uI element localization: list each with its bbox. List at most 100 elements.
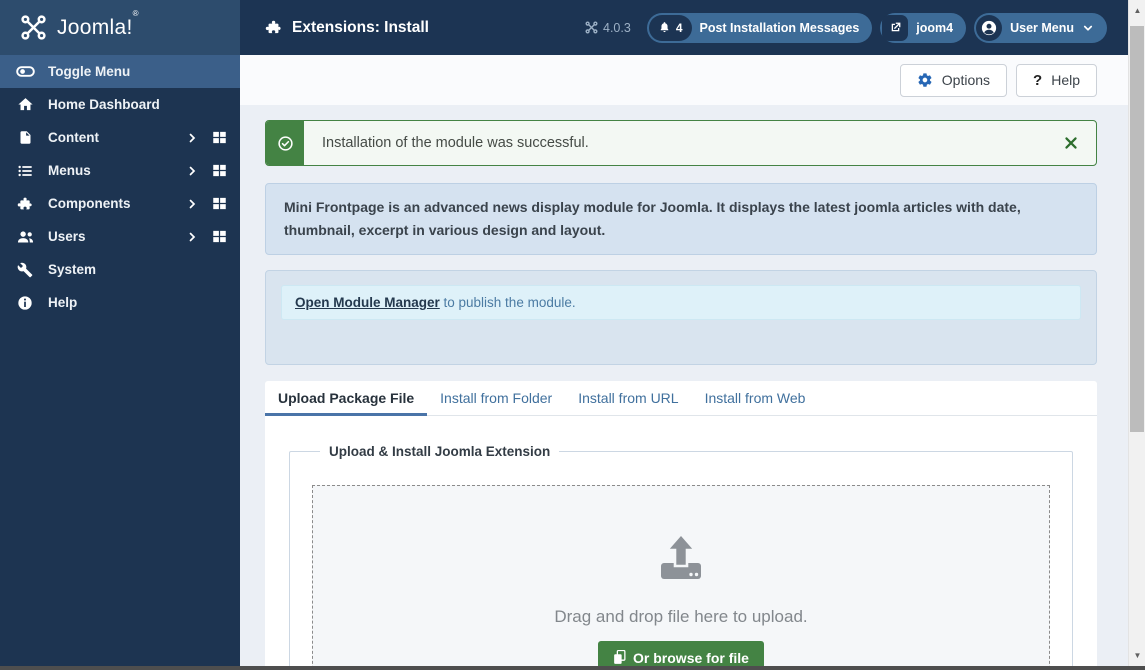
success-alert-stripe — [266, 121, 304, 165]
sidebar-item-label: Users — [48, 229, 86, 244]
dropzone-instruction: Drag and drop file here to upload. — [554, 607, 808, 627]
install-tabs: Upload Package File Install from Folder … — [265, 381, 1097, 417]
chevron-right-icon[interactable] — [186, 198, 198, 210]
module-description-text: Mini Frontpage is an advanced news displ… — [284, 199, 1021, 239]
vertical-scrollbar[interactable]: ▲ ▼ — [1128, 0, 1145, 666]
site-preview-button[interactable]: joom4 — [880, 12, 967, 43]
gear-icon — [917, 72, 933, 88]
scroll-up-arrow-icon[interactable]: ▲ — [1129, 2, 1145, 19]
external-link-icon — [889, 21, 902, 34]
messages-count: 4 — [675, 20, 683, 35]
options-label: Options — [941, 72, 991, 88]
sidebar-item-label: Toggle Menu — [48, 64, 131, 79]
copy-file-icon — [613, 650, 626, 665]
site-label: joom4 — [916, 20, 954, 35]
sidebar-item-label: Content — [48, 130, 99, 145]
page-toolbar: Options ? Help — [240, 55, 1128, 105]
users-icon — [15, 227, 35, 246]
user-menu-button[interactable]: User Menu — [974, 12, 1107, 43]
chevron-right-icon[interactable] — [186, 231, 198, 243]
close-alert-button[interactable] — [1046, 121, 1096, 165]
scrollbar-thumb[interactable] — [1130, 26, 1144, 432]
version-indicator: 4.0.3 — [585, 21, 631, 35]
sidebar-item-content[interactable]: Content — [0, 121, 240, 154]
sidebar-item-menus[interactable]: Menus — [0, 154, 240, 187]
sidebar-nav: Toggle Menu Home Dashboard Content Menus… — [0, 55, 240, 666]
sidebar-item-label: System — [48, 262, 97, 277]
info-icon — [15, 295, 35, 311]
scroll-down-arrow-icon[interactable]: ▼ — [1129, 647, 1145, 664]
messages-count-capsule: 4 — [648, 14, 692, 41]
trademark-mark: ® — [132, 8, 139, 18]
file-icon — [15, 130, 35, 145]
sidebar-item-system[interactable]: System — [0, 253, 240, 286]
browse-button-label: Or browse for file — [633, 649, 749, 666]
post-install-message-box: Open Module Manager to publish the modul… — [265, 270, 1097, 366]
joomla-logo-text: Joomla!® — [57, 8, 139, 39]
version-number: 4.0.3 — [603, 20, 631, 35]
dashboard-grid-icon[interactable] — [212, 163, 227, 178]
user-icon — [980, 19, 998, 37]
chevron-right-icon[interactable] — [186, 165, 198, 177]
success-alert-message: Installation of the module was successfu… — [322, 135, 589, 151]
tab-install-from-url[interactable]: Install from URL — [565, 381, 691, 415]
toggle-icon — [15, 62, 35, 81]
joomla-logo-icon — [20, 14, 47, 41]
wrench-icon — [15, 262, 35, 278]
help-label: Help — [1051, 72, 1080, 88]
puzzle-icon — [265, 19, 282, 36]
page-title-text: Extensions: Install — [292, 18, 429, 36]
options-button[interactable]: Options — [899, 63, 1008, 97]
sidebar-item-label: Home Dashboard — [48, 97, 160, 112]
tab-install-from-folder[interactable]: Install from Folder — [427, 381, 565, 415]
puzzle-icon — [15, 196, 35, 212]
external-link-capsule — [882, 14, 909, 41]
header-controls: 4.0.3 4 Post Installation Messages joom4… — [585, 0, 1145, 55]
sidebar-item-components[interactable]: Components — [0, 187, 240, 220]
post-installation-messages-button[interactable]: 4 Post Installation Messages — [646, 12, 873, 43]
upload-tab-panel: Upload & Install Joomla Extension Drag a… — [265, 416, 1097, 666]
module-manager-notice-text: to publish the module. — [439, 295, 576, 311]
page-title: Extensions: Install — [240, 0, 429, 55]
dashboard-grid-icon[interactable] — [212, 229, 227, 244]
joomla-version-icon — [585, 21, 598, 34]
sidebar-item-label: Components — [48, 196, 131, 211]
sidebar-item-label: Menus — [48, 163, 91, 178]
close-icon — [1064, 136, 1078, 150]
upload-icon — [655, 533, 707, 583]
messages-label: Post Installation Messages — [699, 20, 860, 35]
content-region: Installation of the module was successfu… — [240, 105, 1128, 666]
sidebar-item-toggle-menu[interactable]: Toggle Menu — [0, 55, 240, 88]
upload-fieldset: Upload & Install Joomla Extension Drag a… — [289, 444, 1073, 666]
success-alert: Installation of the module was successfu… — [265, 120, 1097, 166]
module-manager-notice: Open Module Manager to publish the modul… — [281, 285, 1081, 321]
dashboard-grid-icon[interactable] — [212, 130, 227, 145]
open-module-manager-link[interactable]: Open Module Manager — [295, 295, 440, 310]
browse-for-file-button[interactable]: Or browse for file — [598, 641, 764, 666]
sidebar-item-help[interactable]: Help — [0, 286, 240, 319]
user-menu-label: User Menu — [1010, 20, 1074, 35]
question-mark-icon: ? — [1033, 71, 1043, 89]
home-icon — [15, 96, 35, 113]
window-bottom-edge — [0, 666, 1145, 670]
chevron-down-icon — [1082, 22, 1094, 34]
module-description-box: Mini Frontpage is an advanced news displ… — [265, 183, 1097, 256]
install-card: Upload Package File Install from Folder … — [265, 381, 1097, 666]
top-header: Joomla!® Extensions: Install 4.0.3 4 Pos… — [0, 0, 1145, 55]
file-dropzone[interactable]: Drag and drop file here to upload. Or br… — [312, 485, 1050, 666]
tab-upload-package-file[interactable]: Upload Package File — [265, 381, 428, 417]
check-circle-icon — [277, 135, 294, 152]
chevron-right-icon[interactable] — [186, 132, 198, 144]
dashboard-grid-icon[interactable] — [212, 196, 227, 211]
sidebar-item-label: Help — [48, 295, 78, 310]
tab-install-from-web[interactable]: Install from Web — [692, 381, 819, 415]
main-area: Options ? Help Installation of the modul… — [240, 55, 1128, 666]
help-button[interactable]: ? Help — [1016, 63, 1097, 97]
bell-icon — [658, 21, 671, 34]
user-avatar-capsule — [976, 14, 1003, 41]
sidebar-item-home-dashboard[interactable]: Home Dashboard — [0, 88, 240, 121]
upload-fieldset-legend: Upload & Install Joomla Extension — [329, 444, 551, 460]
list-icon — [15, 163, 35, 179]
joomla-logo[interactable]: Joomla!® — [0, 0, 240, 55]
sidebar-item-users[interactable]: Users — [0, 220, 240, 253]
